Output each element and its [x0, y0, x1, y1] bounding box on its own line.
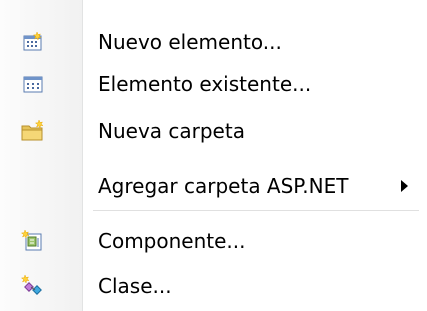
menu-item-existing-item[interactable]: Elemento existente... [0, 64, 427, 104]
menu-item-add-aspnet-folder[interactable]: Agregar carpeta ASP.NET [0, 166, 427, 206]
menu-item-label: Nuevo elemento... [98, 30, 282, 54]
menu-item-new-item[interactable]: Nuevo elemento... [0, 22, 427, 62]
menu-item-label: Clase... [98, 274, 172, 298]
submenu-arrow-icon [401, 180, 408, 192]
class-icon [20, 274, 45, 297]
component-icon [20, 229, 45, 252]
menu-item-class[interactable]: Clase... [0, 266, 427, 306]
context-menu: Nuevo elemento... Elemento existente... [0, 0, 427, 311]
menu-separator [93, 210, 419, 212]
menu-item-label: Nueva carpeta [98, 119, 245, 143]
new-item-icon [21, 31, 45, 53]
menu-item-new-folder[interactable]: Nueva carpeta [0, 111, 427, 151]
menu-item-label: Elemento existente... [98, 72, 312, 96]
menu-item-label: Agregar carpeta ASP.NET [98, 174, 349, 198]
menu-item-label: Componente... [98, 229, 246, 253]
menu-item-component[interactable]: Componente... [0, 221, 427, 261]
new-folder-icon [21, 119, 45, 142]
existing-item-icon [21, 73, 45, 95]
